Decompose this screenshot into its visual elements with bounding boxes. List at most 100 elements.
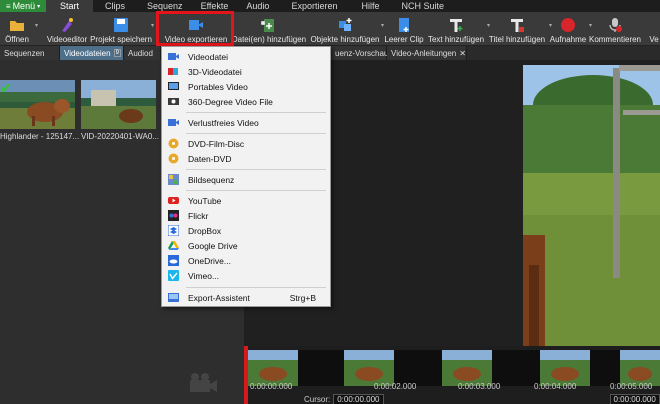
menu-item-data-dvd[interactable]: Daten-DVD xyxy=(162,151,330,166)
menu-item-image-sequence[interactable]: Bildsequenz xyxy=(162,172,330,187)
lossless-video-icon xyxy=(168,117,179,128)
open-label: Öffnen xyxy=(5,35,29,44)
menu-item-flickr[interactable]: Flickr xyxy=(162,208,330,223)
video-editor-label: Videoeditor xyxy=(46,35,88,44)
ruler-tick: 0:00:05.000 xyxy=(610,382,653,391)
clip-thumbnail[interactable]: VID-20220401-WA0... xyxy=(81,80,159,141)
clip-filmstrip[interactable] xyxy=(248,350,660,386)
tab-audio[interactable]: Audio xyxy=(236,0,279,12)
tab-clips[interactable]: Clips xyxy=(93,0,137,12)
toolbar: Öffnen ▾ Videoeditor Projekt speichern ▾… xyxy=(0,12,660,46)
tab-start[interactable]: Start xyxy=(46,0,94,12)
record-button[interactable]: Aufnahme ▾ xyxy=(550,12,592,46)
tab-help[interactable]: Hilfe xyxy=(349,0,391,12)
add-objects-icon xyxy=(339,18,352,31)
text-icon xyxy=(450,19,463,32)
menu-item-google-drive[interactable]: Google Drive xyxy=(162,238,330,253)
add-files-button[interactable]: Datei(en) hinzufügen xyxy=(232,12,306,46)
dvd-icon xyxy=(168,138,179,149)
playhead[interactable] xyxy=(244,346,248,404)
menu-item-portable-video[interactable]: Portables Video xyxy=(162,79,330,94)
add-files-label: Datei(en) hinzufügen xyxy=(231,35,307,44)
timeline[interactable]: 0:00:00.000 0:00:02.000 0:00:03.000 0:00… xyxy=(244,346,660,404)
tab-sequence-preview-label: uenz-Vorschau xyxy=(335,48,389,58)
blank-clip-button[interactable]: Leerer Clip xyxy=(384,12,424,46)
tab-audio-files[interactable]: Audiod xyxy=(124,46,161,60)
cursor-label: Cursor: xyxy=(304,395,331,404)
menu-separator xyxy=(186,190,326,191)
video-editor-icon xyxy=(62,18,73,32)
add-file-icon xyxy=(261,19,274,32)
menu-item-onedrive[interactable]: OneDrive... xyxy=(162,253,330,268)
hamburger-icon: ≡ xyxy=(5,1,11,11)
ribbon-tabs: Start Clips Sequenz Effekte Audio Export… xyxy=(46,0,454,12)
menu-item-label: Verlustfreies Video xyxy=(188,117,259,128)
tab-video-files[interactable]: Videodateien 9 xyxy=(60,46,124,60)
vimeo-icon xyxy=(168,270,179,281)
flickr-icon xyxy=(168,210,179,221)
add-objects-button[interactable]: Objekte hinzufügen ▾ xyxy=(310,12,384,46)
add-objects-label: Objekte hinzufügen xyxy=(310,35,380,44)
tab-video-files-label: Videodateien xyxy=(64,48,111,58)
menu-item-export-wizard[interactable]: Export-Assistent Strg+B xyxy=(162,290,330,305)
tab-video-tutorials[interactable]: Video-Anleitungen ✕ xyxy=(387,46,467,60)
open-button[interactable]: Öffnen ▾ xyxy=(2,12,38,46)
image-sequence-icon xyxy=(168,174,179,185)
menu-item-label: Videodatei xyxy=(188,51,229,62)
ruler-tick: 0:00:00.000 xyxy=(250,382,293,391)
tab-nch-suite[interactable]: NCH Suite xyxy=(392,0,455,12)
record-icon xyxy=(561,18,575,32)
tab-export[interactable]: Exportieren xyxy=(279,0,349,12)
film-frame xyxy=(248,350,298,386)
menu-item-label: DVD-Film-Disc xyxy=(188,138,245,149)
top-menubar: ≡ Menü ▾ Start Clips Sequenz Effekte Aud… xyxy=(0,0,660,12)
main-menu-label: Menü xyxy=(12,1,36,11)
menu-item-dvd-movie[interactable]: DVD-Film-Disc xyxy=(162,136,330,151)
google-drive-icon xyxy=(168,240,179,251)
preview-frame xyxy=(523,65,660,346)
tab-sequences[interactable]: Sequenzen xyxy=(0,46,60,60)
export-video-menu: Videodatei 3D-Videodatei Portables Video… xyxy=(161,46,331,307)
save-project-label: Projekt speichern xyxy=(90,35,152,44)
menu-item-dropbox[interactable]: DropBox xyxy=(162,223,330,238)
ruler-tick: 0:00:03.000 xyxy=(458,382,501,391)
menu-item-label: Vimeo... xyxy=(188,270,220,281)
menu-item-360-video[interactable]: 360-Degree Video File xyxy=(162,94,330,109)
export-button-highlight xyxy=(156,11,234,46)
360-video-icon xyxy=(168,96,179,107)
menu-item-label: Daten-DVD xyxy=(188,153,232,164)
menu-item-vimeo[interactable]: Vimeo... xyxy=(162,268,330,283)
cursor-value[interactable]: 0:00:00.000 xyxy=(333,394,384,404)
close-icon[interactable]: ✕ xyxy=(459,49,466,58)
chevron-down-icon: ▾ xyxy=(150,23,154,29)
tab-sequences-label: Sequenzen xyxy=(4,48,45,58)
save-project-button[interactable]: Projekt speichern ▾ xyxy=(90,12,154,46)
menu-item-lossless-video[interactable]: Verlustfreies Video xyxy=(162,115,330,130)
video-editor-button[interactable]: Videoeditor xyxy=(44,12,90,46)
menu-item-youtube[interactable]: YouTube xyxy=(162,193,330,208)
add-text-button[interactable]: Text hinzufügen ▾ xyxy=(427,12,490,46)
menu-item-video-file[interactable]: Videodatei xyxy=(162,49,330,64)
comments-button[interactable]: Kommentieren xyxy=(588,12,642,46)
add-text-label: Text hinzufügen xyxy=(427,35,485,44)
menu-separator xyxy=(186,112,326,113)
tab-sequence-preview[interactable]: uenz-Vorschau xyxy=(331,46,389,60)
film-frame xyxy=(540,350,590,386)
folder-icon xyxy=(10,21,24,31)
toolbar-overflow[interactable]: Ve xyxy=(648,12,660,46)
add-title-button[interactable]: Titel hinzufügen ▾ xyxy=(488,12,552,46)
export-wizard-icon xyxy=(168,292,179,303)
comments-label: Kommentieren xyxy=(588,35,642,44)
tab-video-files-count: 9 xyxy=(113,49,121,57)
menu-item-3d-video[interactable]: 3D-Videodatei xyxy=(162,64,330,79)
overflow-label: Ve xyxy=(649,35,659,44)
portable-video-icon xyxy=(168,81,179,92)
clip-thumbnail-image xyxy=(81,80,156,129)
ruler-tick: 0:00:04.000 xyxy=(534,382,577,391)
end-value[interactable]: 0:00:00.000 xyxy=(609,394,660,404)
film-frame xyxy=(620,350,660,386)
main-menu-button[interactable]: ≡ Menü ▾ xyxy=(0,0,46,12)
menu-item-label: YouTube xyxy=(188,195,222,206)
blank-clip-icon xyxy=(399,18,409,32)
cursor-readout: Cursor: 0:00:00.000 0:00:00.000 xyxy=(304,394,660,404)
